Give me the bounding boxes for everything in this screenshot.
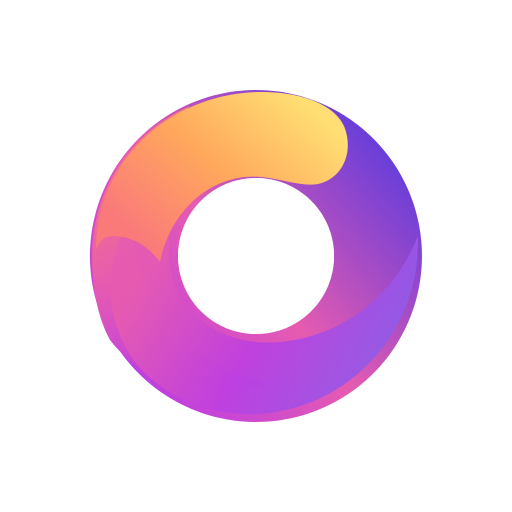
app-icon-canvas bbox=[0, 0, 512, 512]
ring-center-hole bbox=[178, 178, 334, 334]
logo-graphic bbox=[89, 90, 422, 422]
swirl-ring-logo-icon bbox=[0, 0, 512, 512]
